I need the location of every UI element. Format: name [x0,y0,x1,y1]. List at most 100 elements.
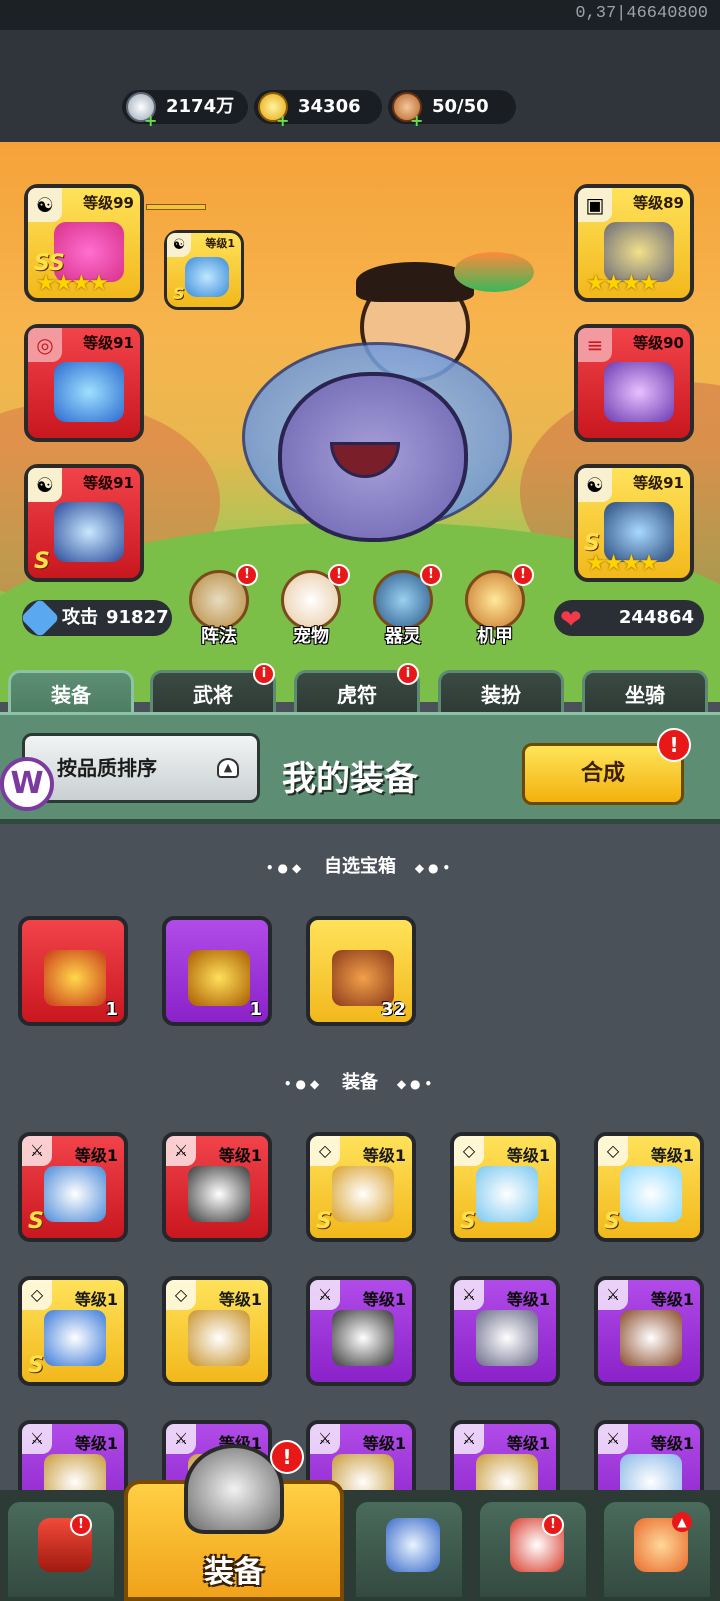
alert-badge: ! [420,564,442,586]
equip-type-icon: ⚔ [22,1424,52,1454]
equipment-card[interactable]: ◇ 等级1 S [450,1132,560,1242]
stamina-resource[interactable]: + 50/50 [388,90,516,129]
tab-generals[interactable]: 武将 i [150,663,276,714]
category-tabs: 装备 武将 i 虎符 i 装扮 坐骑 [0,663,720,714]
nav-pet-rooster[interactable]: ! [476,1498,590,1601]
star-rating: ★★★★ [586,551,659,576]
tab-mount[interactable]: 坐骑 [582,670,708,714]
equip-level: 等级1 [506,1290,550,1309]
equipment-card[interactable]: ⚔ 等级1 [450,1276,560,1386]
equipment-card[interactable]: ⚔ 等级1 [594,1276,704,1386]
equipment-card[interactable]: ⚔ 等级1 [306,1276,416,1386]
merge-button[interactable]: 合成 ! [522,728,691,805]
equip-art [44,1310,106,1366]
grade-label: S [28,1209,44,1234]
equip-level: 等级1 [218,1146,262,1165]
tab-tiger-tally[interactable]: 虎符 i [294,663,420,714]
add-silver-icon[interactable]: + [144,113,158,129]
amulet-icon [54,362,124,422]
star-rating: ★★★★ [586,271,659,296]
equipment-card[interactable]: ◇ 等级1 S [18,1276,128,1386]
floating-w-logo[interactable]: W [0,757,54,811]
equipment-card[interactable]: ◇ 等级1 [162,1276,272,1386]
info-badge: i [397,663,419,685]
sword-chest-icon [188,950,250,1006]
equip-art [620,1166,682,1222]
link-chain [146,204,206,210]
bracer-icon [604,362,674,422]
equip-type-icon: ⚔ [454,1280,484,1310]
add-gold-icon[interactable]: + [276,113,290,129]
grade-label: S [460,1209,476,1234]
equip-level: 等级1 [362,1146,406,1165]
gold-resource[interactable]: + 34306 [254,90,382,129]
selectable-chest[interactable]: 32 [306,916,416,1026]
status-bar: 0,37|46640800 [0,0,720,30]
equip-art [44,1166,106,1222]
equip-slot-left-1[interactable]: ☯ 等级99 SS ★★★★ [24,184,144,302]
equip-level: 等级1 [650,1434,694,1453]
equip-level: 等级1 [362,1290,406,1309]
hero-scene: ☯ 等级99 SS ★★★★ ☯ 等级1 S ◎ 等级91 ☯ 等级91 S ▣… [0,142,720,702]
spirit-button[interactable]: 器灵 ! [370,564,442,648]
upgrade-arrow-icon: ▲ [672,1512,692,1532]
alert-badge: ! [657,728,691,762]
debug-readout: 0,37|46640800 [575,4,708,23]
equipment-card[interactable]: ◇ 等级1 S [594,1132,704,1242]
equip-slot-left-small[interactable]: ☯ 等级1 S [164,230,244,310]
nav-gate[interactable]: ! [4,1498,118,1601]
tab-equipment[interactable]: 装备 [8,670,134,714]
equip-slot-right-2[interactable]: ≡ 等级90 [574,324,694,442]
equip-type-icon: ⚔ [22,1136,52,1166]
alert-badge: ! [236,564,258,586]
equip-art [476,1166,538,1222]
equip-type-icon: ⚔ [166,1136,196,1166]
tab-costume[interactable]: 装扮 [438,670,564,714]
attack-stat: 攻击 91827 [20,598,172,638]
selectable-chest[interactable]: 1 [162,916,272,1026]
formation-button[interactable]: 阵法 ! [186,564,258,648]
section-header-equipment: •●◆ 装备 ◆●• [283,1072,437,1093]
equipment-card[interactable]: ⚔ 等级1 S [18,1132,128,1242]
heart-icon: ❤ [560,605,582,635]
add-stamina-icon[interactable]: + [410,113,424,129]
equip-art [188,1310,250,1366]
equip-level: 等级1 [650,1290,694,1309]
equipment-card[interactable]: ◇ 等级1 S [306,1132,416,1242]
equip-slot-right-3[interactable]: ☯ 等级91 S ★★★★ [574,464,694,582]
equip-slot-left-2[interactable]: ◎ 等级91 [24,324,144,442]
nav-upgrade[interactable]: ▲ [600,1498,714,1601]
equip-art [332,1310,394,1366]
panel-title: 我的装备 [282,759,418,799]
grade-label: S [316,1209,332,1234]
nav-battle[interactable] [352,1498,466,1601]
mystery-chest-icon [332,950,394,1006]
pet-button[interactable]: 宠物 ! [278,564,350,648]
equip-level: 等级1 [506,1434,550,1453]
equip-slot-right-1[interactable]: ▣ 等级89 ★★★★ [574,184,694,302]
equip-art [332,1166,394,1222]
mecha-button[interactable]: 机甲 ! [462,564,534,648]
equip-type-icon: ⚔ [310,1424,340,1454]
grade-label: S [604,1209,620,1234]
equip-type-icon: ◇ [22,1280,52,1310]
hp-stat: ❤ 244864 [554,600,704,636]
info-badge: i [253,663,275,685]
equipment-card[interactable]: ⚔ 等级1 [162,1132,272,1242]
equip-type-icon: ⚔ [454,1424,484,1454]
equip-slot-left-3[interactable]: ☯ 等级91 S [24,464,144,582]
equip-art [620,1310,682,1366]
resource-bar [0,30,720,142]
nav-equipment[interactable]: 装备 ! [124,1440,344,1601]
puzzle-chest-icon [44,950,106,1006]
grade-label: S [28,1353,44,1378]
sort-by-quality-button[interactable]: 按品质排序 ▲ [22,733,260,803]
shield-swords-icon [386,1518,440,1572]
alert-badge: ! [542,1514,564,1536]
selectable-chest[interactable]: 1 [18,916,128,1026]
triangle-up-icon: ▲ [217,758,239,778]
equip-type-icon: ◇ [310,1136,340,1166]
silver-resource[interactable]: + 2174万 [122,90,248,129]
equip-type-icon: ◇ [598,1136,628,1166]
equip-level: 等级1 [74,1146,118,1165]
